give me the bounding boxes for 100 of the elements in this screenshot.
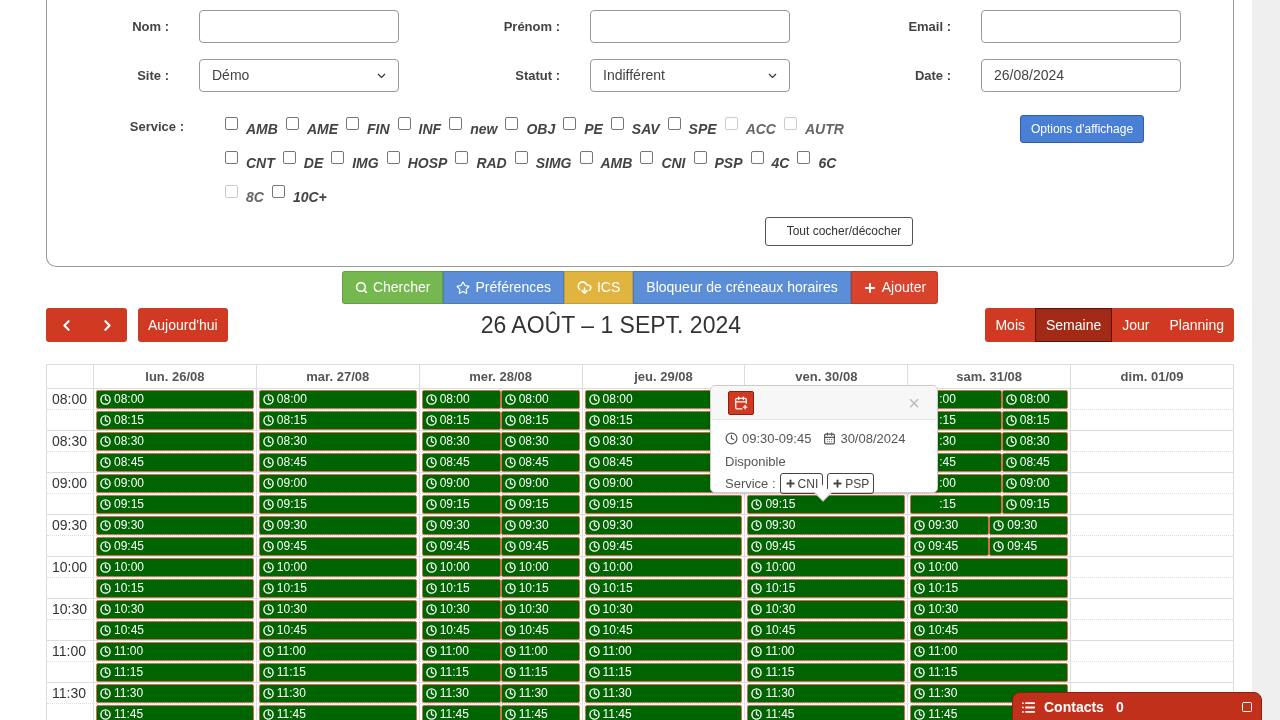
time-slot[interactable]: 09:30 bbox=[95, 515, 254, 535]
service-checkbox[interactable]: FIN bbox=[346, 116, 390, 140]
service-checkbox[interactable]: 10C+ bbox=[271, 184, 327, 208]
time-slot[interactable]: 09:45 bbox=[500, 536, 580, 556]
time-slot[interactable]: 08:15 bbox=[1001, 410, 1069, 430]
view-tab[interactable]: Mois bbox=[985, 308, 1035, 342]
time-slot[interactable]: 10:45 bbox=[95, 620, 254, 640]
time-slot[interactable]: 11:45 bbox=[95, 704, 254, 720]
service-checkbox[interactable]: PE bbox=[563, 116, 603, 140]
time-slot[interactable]: 10:15 bbox=[95, 578, 254, 598]
view-tab[interactable]: Jour bbox=[1112, 308, 1160, 342]
select-field[interactable]: Indifférent bbox=[590, 59, 790, 92]
time-slot[interactable]: 09:30 bbox=[500, 515, 580, 535]
time-slot[interactable]: 08:15 bbox=[500, 410, 580, 430]
time-slot[interactable]: 11:45 bbox=[421, 704, 501, 720]
time-slot[interactable]: 11:45 bbox=[584, 704, 743, 720]
time-slot[interactable]: 08:15 bbox=[421, 410, 501, 430]
time-slot[interactable]: 10:30 bbox=[258, 599, 417, 619]
time-slot[interactable]: 09:45 bbox=[95, 536, 254, 556]
time-slot[interactable]: 08:45 bbox=[95, 452, 254, 472]
time-slot[interactable]: 09:30 bbox=[584, 515, 743, 535]
time-slot[interactable]: 09:15 bbox=[421, 494, 501, 514]
display-options-button[interactable]: Options d'affichage bbox=[1020, 115, 1144, 143]
time-slot[interactable]: 08:00 bbox=[258, 389, 417, 409]
time-slot[interactable]: 10:00 bbox=[258, 557, 417, 577]
time-slot[interactable]: 11:15 bbox=[584, 662, 743, 682]
time-slot[interactable]: 09:30 bbox=[421, 515, 501, 535]
time-slot[interactable]: 11:30 bbox=[258, 683, 417, 703]
time-slot[interactable]: 11:15 bbox=[500, 662, 580, 682]
time-slot[interactable]: 10:45 bbox=[421, 620, 501, 640]
service-checkbox[interactable]: CNI bbox=[640, 150, 686, 174]
service-checkbox[interactable]: 4C bbox=[750, 150, 790, 174]
time-slot[interactable]: 08:30 bbox=[95, 431, 254, 451]
time-slot[interactable]: 09:45 bbox=[747, 536, 906, 556]
time-slot[interactable]: 10:00 bbox=[910, 557, 1069, 577]
toggle-all-button[interactable]: Tout cocher/décocher bbox=[765, 216, 913, 246]
time-slot[interactable]: 09:15 bbox=[1001, 494, 1069, 514]
service-checkbox[interactable]: CNT bbox=[225, 150, 275, 174]
previous-button[interactable] bbox=[46, 308, 87, 342]
time-slot[interactable]: 08:45 bbox=[1001, 452, 1069, 472]
select-field[interactable]: Démo bbox=[199, 59, 399, 92]
add-appointment-button[interactable] bbox=[728, 390, 754, 415]
time-slot[interactable]: 11:45 bbox=[258, 704, 417, 720]
time-slot[interactable]: 09:00 bbox=[95, 473, 254, 493]
time-slot[interactable]: 11:15 bbox=[910, 662, 1069, 682]
time-slot[interactable]: 10:15 bbox=[747, 578, 906, 598]
time-slot[interactable]: 09:00 bbox=[1001, 473, 1069, 493]
time-slot[interactable]: 08:15 bbox=[95, 410, 254, 430]
time-slot[interactable]: 10:45 bbox=[258, 620, 417, 640]
time-slot[interactable]: 11:15 bbox=[747, 662, 906, 682]
time-slot[interactable]: 08:30 bbox=[258, 431, 417, 451]
time-slot[interactable]: :15 bbox=[910, 494, 1002, 514]
time-slot[interactable]: 10:30 bbox=[95, 599, 254, 619]
time-slot[interactable]: 08:15 bbox=[258, 410, 417, 430]
time-slot[interactable]: 10:45 bbox=[584, 620, 743, 640]
input-field[interactable] bbox=[590, 10, 790, 43]
service-checkbox[interactable]: SIMG bbox=[514, 150, 572, 174]
today-button[interactable]: Aujourd'hui bbox=[138, 308, 228, 342]
time-slot[interactable]: 09:45 bbox=[910, 536, 990, 556]
time-slot[interactable]: 09:30 bbox=[747, 515, 906, 535]
time-slot[interactable]: 10:30 bbox=[421, 599, 501, 619]
service-checkbox[interactable]: PSP bbox=[693, 150, 743, 174]
time-slot[interactable]: 09:30 bbox=[910, 515, 990, 535]
time-slot[interactable]: 10:00 bbox=[500, 557, 580, 577]
time-slot[interactable]: 11:30 bbox=[421, 683, 501, 703]
time-slot[interactable]: 11:00 bbox=[95, 641, 254, 661]
time-slot[interactable]: 09:15 bbox=[747, 494, 906, 514]
time-slot[interactable]: 08:45 bbox=[500, 452, 580, 472]
time-slot[interactable]: 09:45 bbox=[584, 536, 743, 556]
time-slot[interactable]: 08:00 bbox=[500, 389, 580, 409]
time-slot[interactable]: 09:15 bbox=[584, 494, 743, 514]
time-slot[interactable]: 08:00 bbox=[95, 389, 254, 409]
time-slot[interactable]: 10:15 bbox=[421, 578, 501, 598]
service-checkbox[interactable]: AME bbox=[285, 116, 338, 140]
service-checkbox[interactable]: SPE bbox=[667, 116, 717, 140]
time-slot[interactable]: 10:00 bbox=[95, 557, 254, 577]
time-slot[interactable]: 09:30 bbox=[258, 515, 417, 535]
time-slot[interactable]: 09:45 bbox=[989, 536, 1069, 556]
time-slot[interactable]: 09:45 bbox=[258, 536, 417, 556]
time-slot[interactable]: 09:00 bbox=[421, 473, 501, 493]
time-slot[interactable]: 08:45 bbox=[258, 452, 417, 472]
toolbar-button[interactable]: Ajouter bbox=[850, 271, 939, 304]
time-slot[interactable]: 09:15 bbox=[95, 494, 254, 514]
service-checkbox[interactable]: 6C bbox=[797, 150, 837, 174]
time-slot[interactable]: 11:15 bbox=[258, 662, 417, 682]
service-checkbox[interactable]: DE bbox=[282, 150, 324, 174]
time-slot[interactable]: 10:00 bbox=[421, 557, 501, 577]
time-slot[interactable]: 08:45 bbox=[421, 452, 501, 472]
contacts-toast[interactable]: Contacts 0 bbox=[1012, 692, 1262, 720]
time-slot[interactable]: 11:00 bbox=[584, 641, 743, 661]
service-checkbox[interactable]: OBJ bbox=[505, 116, 556, 140]
time-slot[interactable]: 08:00 bbox=[421, 389, 501, 409]
time-slot[interactable]: 11:30 bbox=[584, 683, 743, 703]
time-slot[interactable]: 09:15 bbox=[500, 494, 580, 514]
service-checkbox[interactable]: HOSP bbox=[386, 150, 448, 174]
time-slot[interactable]: 11:00 bbox=[421, 641, 501, 661]
time-slot[interactable]: 09:30 bbox=[989, 515, 1069, 535]
time-slot[interactable]: 08:30 bbox=[1001, 431, 1069, 451]
time-slot[interactable]: 10:15 bbox=[910, 578, 1069, 598]
service-checkbox[interactable]: new bbox=[449, 116, 498, 140]
